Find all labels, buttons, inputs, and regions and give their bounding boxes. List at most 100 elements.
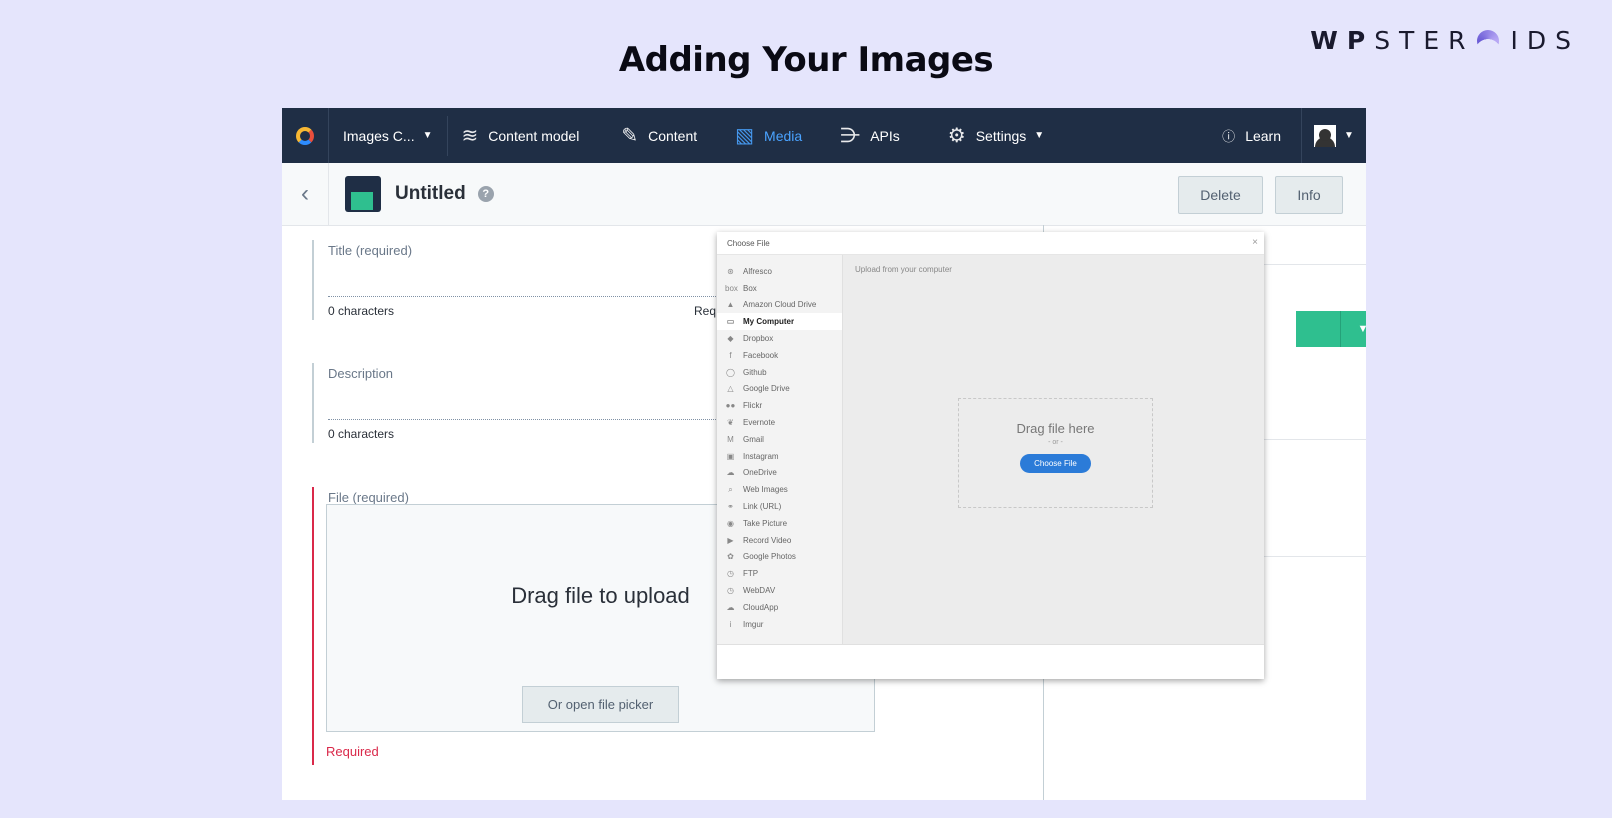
delete-button[interactable]: Delete: [1178, 176, 1263, 214]
open-file-picker-button[interactable]: Or open file picker: [522, 686, 679, 723]
source-icon: ◆: [727, 334, 734, 344]
char-count: 0 characters: [328, 304, 395, 318]
source-icon: ⚭: [727, 502, 734, 512]
source-label: Link (URL): [743, 502, 782, 512]
source-item[interactable]: ▲ Amazon Cloud Drive: [717, 297, 842, 314]
source-icon: ◉: [727, 518, 734, 528]
nav-label: Content model: [488, 127, 580, 144]
or-text: - or -: [1048, 439, 1063, 446]
source-label: Web Images: [743, 485, 788, 495]
brand-logo: WP STER IDS: [1310, 26, 1580, 55]
dialog-footer: [717, 644, 1264, 680]
source-icon: ✿: [727, 552, 734, 562]
media-image-icon: ▧: [735, 125, 755, 147]
source-item[interactable]: ◆ Dropbox: [717, 330, 842, 347]
nav-label: APIs: [870, 127, 900, 144]
source-icon: ●●: [725, 401, 736, 411]
source-label: WebDAV: [743, 586, 776, 596]
source-icon: M: [727, 434, 734, 444]
source-icon: ❦: [727, 418, 734, 428]
source-label: Google Photos: [743, 552, 796, 562]
chevron-down-icon: ▼: [1034, 130, 1045, 141]
back-arrow-icon[interactable]: ‹: [282, 163, 329, 225]
source-item[interactable]: f Facebook: [717, 347, 842, 364]
publish-button[interactable]: ▼: [1296, 311, 1366, 347]
space-selector[interactable]: Images C... ▼: [329, 108, 447, 163]
source-item[interactable]: ▣ Instagram: [717, 448, 842, 465]
content-edit-icon: ✎: [621, 125, 639, 147]
nav-content-model[interactable]: ≋ Content model: [448, 108, 594, 163]
choose-file-dialog: Choose File × ⊛ Alfresco box Box ▲ Amazon Clo…: [717, 232, 1264, 679]
source-item[interactable]: ◷ FTP: [717, 565, 842, 582]
source-icon: i: [729, 619, 732, 629]
source-label: Imgur: [743, 619, 764, 629]
source-icon: ◷: [727, 586, 734, 596]
source-item[interactable]: △ Google Drive: [717, 381, 842, 398]
nav-apis[interactable]: ⋺ APIs: [826, 108, 914, 163]
source-item[interactable]: ☁ OneDrive: [717, 465, 842, 482]
source-label: Box: [743, 283, 757, 293]
source-icon: ▶: [727, 535, 734, 545]
source-label: Github: [743, 367, 767, 377]
source-item[interactable]: ⚭ Link (URL): [717, 498, 842, 515]
brand-part-2: STER: [1374, 26, 1475, 55]
source-icon: ◷: [727, 569, 734, 579]
source-label: FTP: [743, 569, 759, 579]
nav-label: Settings: [975, 127, 1027, 144]
chevron-down-icon: ▼: [422, 130, 433, 141]
source-item[interactable]: ⊛ Alfresco: [717, 263, 842, 280]
source-item[interactable]: ◷ WebDAV: [717, 582, 842, 599]
nav-label: Media: [764, 127, 803, 144]
source-icon: ◯: [726, 367, 735, 377]
source-item[interactable]: ▭ My Computer: [717, 313, 842, 331]
source-icon: ▣: [726, 451, 735, 461]
source-item[interactable]: ◯ Github: [717, 364, 842, 381]
info-icon: ⓘ: [1222, 129, 1236, 144]
source-item[interactable]: ☁ CloudApp: [717, 599, 842, 616]
account-menu[interactable]: ▼: [1301, 108, 1366, 163]
source-item[interactable]: ◉ Take Picture: [717, 515, 842, 532]
nav-label: Content: [648, 127, 698, 144]
source-item[interactable]: M Gmail: [717, 431, 842, 448]
nav-learn[interactable]: ⓘ Learn: [1208, 108, 1301, 163]
source-icon: box: [725, 283, 738, 293]
help-icon[interactable]: ?: [477, 186, 494, 202]
brand-o-icon: [1476, 29, 1499, 52]
chevron-down-icon[interactable]: ▼: [1340, 311, 1366, 347]
nav-settings[interactable]: ⚙ Settings ▼: [934, 108, 1058, 163]
dialog-title: Choose File: [727, 238, 770, 248]
source-item[interactable]: ❦ Evernote: [717, 414, 842, 431]
source-item[interactable]: ●● Flickr: [717, 397, 842, 414]
space-name: Images C...: [343, 127, 415, 144]
source-icon: ▲: [726, 300, 735, 310]
source-item[interactable]: box Box: [717, 280, 842, 297]
choose-file-button[interactable]: Choose File: [1020, 454, 1091, 473]
close-icon[interactable]: ×: [1252, 237, 1258, 248]
info-button[interactable]: Info: [1275, 176, 1343, 214]
brand-part-1: WP: [1310, 26, 1375, 55]
source-label: Google Drive: [743, 384, 790, 394]
contentful-logo-icon[interactable]: [282, 108, 329, 163]
source-label: Take Picture: [743, 518, 788, 528]
source-label: Dropbox: [743, 334, 774, 344]
source-item[interactable]: ▶ Record Video: [717, 532, 842, 549]
nav-content[interactable]: ✎ Content: [607, 108, 711, 163]
source-item[interactable]: ⌕ Web Images: [717, 481, 842, 498]
source-icon: ⊛: [727, 266, 734, 276]
gear-icon: ⚙: [947, 125, 966, 147]
dialog-header: Choose File ×: [717, 232, 1264, 255]
brand-part-3: IDS: [1510, 26, 1580, 55]
source-icon: ⌕: [728, 484, 733, 494]
source-label: Flickr: [743, 401, 763, 411]
file-drop-area[interactable]: Drag file here - or - Choose File: [958, 398, 1153, 508]
source-icon: ☁: [726, 468, 735, 478]
required-hint: Req: [694, 304, 717, 318]
media-asset-icon: [345, 176, 381, 212]
source-item[interactable]: ✿ Google Photos: [717, 549, 842, 566]
api-icon: ⋺: [840, 125, 861, 147]
dialog-body: ⊛ Alfresco box Box ▲ Amazon Cloud Drive ▭ My Co…: [717, 255, 1264, 644]
chevron-down-icon: ▼: [1344, 130, 1354, 141]
source-label: Facebook: [743, 350, 779, 360]
source-item[interactable]: i Imgur: [717, 616, 842, 633]
nav-media[interactable]: ▧ Media: [721, 108, 816, 163]
